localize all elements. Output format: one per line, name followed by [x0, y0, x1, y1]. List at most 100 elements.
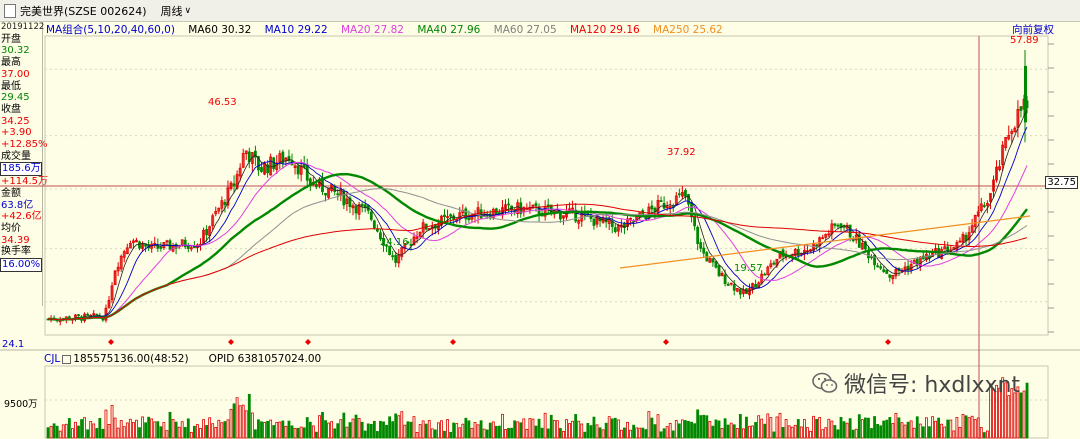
volume-bar	[699, 415, 703, 439]
volume-bar	[720, 428, 724, 439]
volume-bar	[49, 425, 53, 439]
volume-bar	[488, 422, 492, 439]
volume-bar	[220, 422, 224, 439]
volume-bar	[870, 428, 873, 439]
volume-bar	[552, 419, 556, 439]
volume-bar	[330, 421, 334, 439]
volume-bar	[885, 419, 889, 439]
volume-indicator-label[interactable]: CJL	[44, 353, 60, 365]
ma-group-label[interactable]: MA组合(5,10,20,40,60,0)	[46, 24, 175, 36]
volume-bar	[610, 418, 614, 439]
volume-bar	[293, 427, 297, 439]
volume-bar	[272, 425, 276, 439]
volume-bar	[742, 428, 745, 439]
volume-bar	[687, 421, 690, 439]
dropdown-square-icon[interactable]	[62, 354, 72, 364]
volume-bar	[461, 423, 465, 439]
volume-bar	[925, 417, 928, 439]
volume-bar	[546, 428, 550, 439]
volume-bar	[366, 423, 370, 439]
peak-label: 57.89	[1010, 35, 1039, 46]
candle-body	[192, 246, 196, 249]
volume-bar	[601, 429, 605, 439]
volume-bar	[778, 412, 782, 439]
volume-bar	[580, 423, 584, 439]
volume-bar	[284, 425, 288, 439]
volume-bar	[864, 417, 867, 439]
volume-bar	[711, 425, 715, 439]
volume-bar	[638, 427, 642, 439]
volume-bar	[281, 420, 285, 439]
volume-bar	[46, 427, 50, 439]
volume-bar	[400, 411, 404, 439]
volume-bar	[931, 416, 934, 439]
volume-bar	[839, 416, 843, 439]
volume-bar	[787, 425, 791, 439]
volume-bar	[693, 423, 696, 439]
volume-bar	[784, 418, 788, 439]
candle-body	[409, 243, 413, 246]
volume-bar	[513, 420, 517, 439]
volume-bar	[504, 429, 507, 439]
volume-bar	[970, 415, 974, 439]
volume-bar	[138, 427, 141, 439]
ma-item: MA10 29.22	[264, 24, 328, 36]
volume-bar	[241, 404, 245, 439]
volume-bar	[302, 427, 306, 439]
volume-bar	[982, 432, 986, 439]
volume-bar	[714, 419, 718, 439]
volume-bar	[217, 419, 221, 439]
volume-bar	[110, 404, 114, 439]
candle-body	[876, 265, 879, 268]
volume-bar	[287, 420, 291, 439]
volume-bar	[156, 421, 160, 439]
volume-bar	[519, 422, 523, 439]
candle-body	[391, 255, 395, 258]
candle-body	[613, 227, 617, 232]
volume-bar	[147, 416, 151, 439]
volume-bar	[1022, 390, 1026, 439]
volume-bar	[153, 421, 157, 439]
candle-body	[296, 165, 300, 175]
volume-bar	[458, 427, 462, 439]
volume-bar	[629, 429, 632, 439]
candle-body	[592, 218, 596, 226]
volume-bar	[403, 424, 407, 439]
volume-bar	[860, 419, 864, 439]
volume-bar	[979, 427, 983, 439]
volume-bar	[86, 429, 90, 439]
candle-body	[86, 313, 90, 316]
volume-bar	[269, 419, 273, 439]
volume-bar	[705, 415, 709, 439]
candle-body	[159, 246, 163, 249]
volume-bar	[52, 423, 56, 439]
candle-body	[375, 228, 379, 232]
volume-bar	[491, 421, 495, 439]
volume-bar	[183, 427, 187, 439]
candle-body	[879, 266, 883, 269]
volume-bar	[74, 421, 77, 439]
volume-bar	[232, 403, 236, 439]
volume-bar	[815, 418, 818, 439]
volume-bar	[888, 417, 892, 439]
ma10-line	[47, 126, 1028, 321]
watermark-text: 微信号: hxdlxxnt	[844, 373, 1021, 398]
volume-bar	[430, 428, 434, 439]
candle-body	[467, 217, 471, 221]
volume-bar	[818, 417, 822, 439]
volume-bar	[522, 418, 526, 439]
volume-bar	[918, 423, 922, 439]
volume-bar	[571, 420, 574, 439]
volume-bar	[372, 420, 376, 439]
volume-bar	[61, 424, 65, 439]
volume-bar	[900, 422, 904, 439]
volume-bar	[735, 428, 739, 439]
volume-bar	[830, 420, 834, 439]
volume-bar	[772, 431, 776, 439]
volume-bar	[452, 422, 456, 439]
volume-bar	[427, 420, 431, 439]
candle-body	[772, 262, 776, 265]
candle-body	[848, 224, 852, 238]
volume-bar	[58, 430, 62, 439]
volume-bar	[671, 430, 675, 439]
